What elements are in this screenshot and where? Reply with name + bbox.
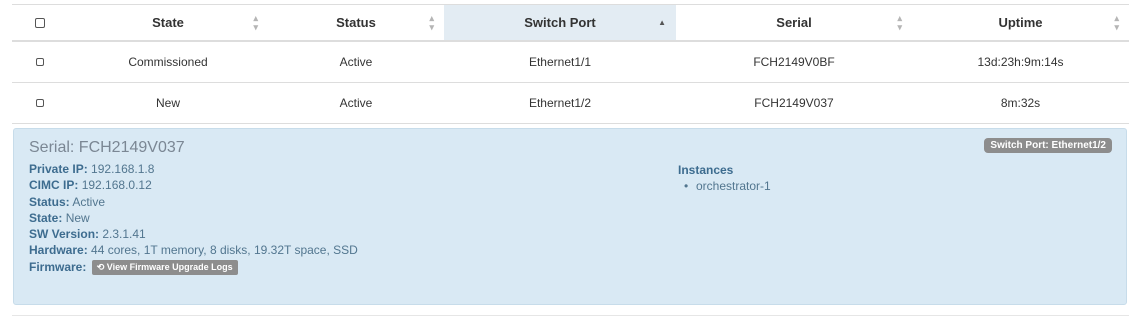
row-detail-container: Serial: FCH2149V037 Switch Port: Etherne… bbox=[12, 124, 1129, 316]
column-label: Serial bbox=[776, 15, 812, 30]
sort-both-icon: ▴ ▾ bbox=[1114, 12, 1119, 32]
hardware-property: Hardware: 44 cores, 1T memory, 8 disks, … bbox=[29, 242, 358, 258]
nodes-table: State ▴ ▾ Status ▴ ▾ Switch Port ▲ Serial … bbox=[12, 4, 1129, 124]
column-header-serial[interactable]: Serial ▴ ▾ bbox=[676, 5, 912, 40]
sort-both-icon: ▴ ▾ bbox=[897, 12, 902, 32]
row-select-cell bbox=[12, 83, 68, 123]
status-cell: Active bbox=[339, 55, 373, 69]
property-label: Status: bbox=[29, 194, 70, 209]
property-value: New bbox=[65, 210, 90, 225]
serial-cell: FCH2149V0BF bbox=[753, 55, 835, 69]
private-ip-property: Private IP: 192.168.1.8 bbox=[29, 161, 358, 177]
detail-properties: Private IP: 192.168.1.8 CIMC IP: 192.168… bbox=[29, 161, 358, 276]
detail-title: Serial: FCH2149V037 bbox=[29, 139, 185, 156]
row-checkbox[interactable] bbox=[36, 58, 44, 66]
property-label: State: bbox=[29, 210, 63, 225]
property-value: 2.3.1.41 bbox=[102, 227, 146, 242]
property-value: 192.168.0.12 bbox=[81, 178, 152, 193]
switch-port-cell: Ethernet1/1 bbox=[528, 55, 592, 69]
switch-port-badge: Switch Port: Ethernet1/2 bbox=[984, 138, 1112, 153]
column-header-switch-port[interactable]: Switch Port ▲ bbox=[444, 5, 676, 40]
cimc-ip-property: CIMC IP: 192.168.0.12 bbox=[29, 177, 358, 193]
state-cell: New bbox=[155, 96, 180, 110]
instances-section: Instances orchestrator-1 bbox=[678, 162, 771, 194]
table-row[interactable]: New Active Ethernet1/2 FCH2149V037 8m:32… bbox=[12, 83, 1129, 124]
row-checkbox[interactable] bbox=[36, 99, 44, 107]
property-label: Private IP: bbox=[29, 162, 88, 176]
column-label: State bbox=[152, 15, 184, 30]
column-header-status[interactable]: Status ▴ ▾ bbox=[268, 5, 444, 40]
property-value: 44 cores, 1T memory, 8 disks, 19.32T spa… bbox=[91, 243, 358, 258]
property-value: Active bbox=[72, 194, 106, 209]
column-label: Uptime bbox=[998, 15, 1043, 30]
sort-both-icon: ▴ ▾ bbox=[253, 12, 258, 32]
property-value: 192.168.1.8 bbox=[91, 162, 155, 176]
property-label: Hardware: bbox=[29, 243, 88, 258]
instances-list: orchestrator-1 bbox=[678, 178, 771, 194]
column-label: Switch Port bbox=[524, 15, 596, 30]
uptime-cell: 8m:32s bbox=[1000, 96, 1041, 110]
button-label: View Firmware Upgrade Logs bbox=[106, 262, 233, 273]
select-all-header bbox=[12, 5, 68, 40]
serial-cell: FCH2149V037 bbox=[754, 96, 834, 110]
instance-item: orchestrator-1 bbox=[684, 178, 771, 194]
column-header-state[interactable]: State ▴ ▾ bbox=[68, 5, 268, 40]
sort-asc-icon: ▲ bbox=[658, 17, 666, 27]
state-cell: Commissioned bbox=[128, 55, 208, 69]
switch-port-cell: Ethernet1/2 bbox=[528, 96, 592, 110]
firmware-property: Firmware: ⟲ View Firmware Upgrade Logs bbox=[29, 259, 358, 276]
uptime-cell: 13d:23h:9m:14s bbox=[977, 55, 1064, 69]
instances-title: Instances bbox=[678, 163, 734, 177]
table-header: State ▴ ▾ Status ▴ ▾ Switch Port ▲ Serial … bbox=[12, 4, 1129, 42]
property-label: SW Version: bbox=[29, 227, 100, 242]
select-all-checkbox[interactable] bbox=[35, 17, 45, 28]
status-property: Status: Active bbox=[29, 194, 358, 210]
property-label: Firmware: bbox=[29, 259, 87, 274]
sw-version-property: SW Version: 2.3.1.41 bbox=[29, 226, 358, 242]
node-detail-panel: Serial: FCH2149V037 Switch Port: Etherne… bbox=[13, 128, 1127, 305]
sort-both-icon: ▴ ▾ bbox=[429, 12, 434, 32]
table-row[interactable]: Commissioned Active Ethernet1/1 FCH2149V… bbox=[12, 42, 1129, 83]
row-select-cell bbox=[12, 42, 68, 82]
status-cell: Active bbox=[339, 96, 373, 110]
property-label: CIMC IP: bbox=[29, 178, 79, 193]
history-icon: ⟲ bbox=[96, 262, 105, 273]
view-firmware-logs-button[interactable]: ⟲ View Firmware Upgrade Logs bbox=[91, 260, 238, 276]
state-property: State: New bbox=[29, 210, 358, 226]
column-label: Status bbox=[336, 15, 376, 30]
column-header-uptime[interactable]: Uptime ▴ ▾ bbox=[912, 5, 1129, 40]
